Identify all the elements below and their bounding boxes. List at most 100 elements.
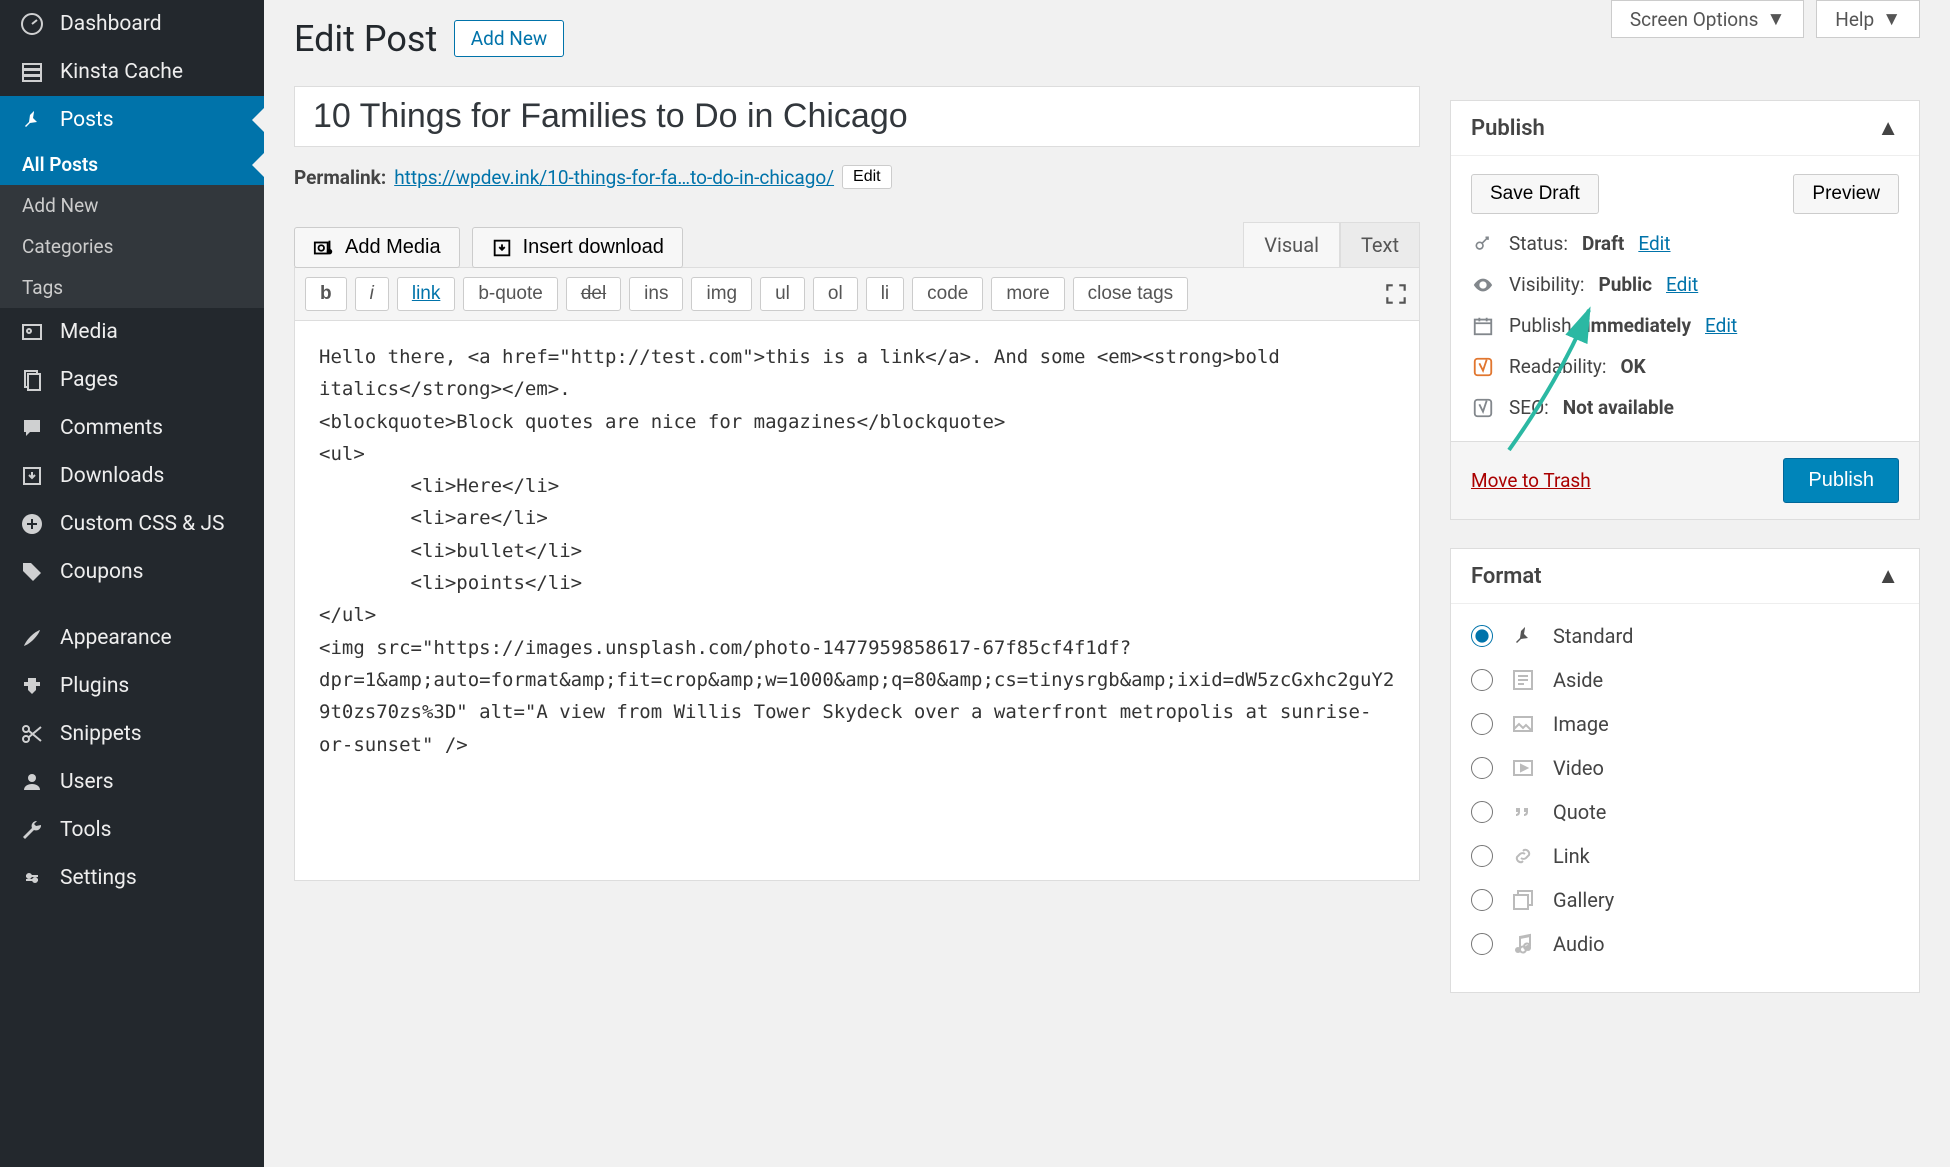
qt-bold-button[interactable]: b — [305, 277, 347, 311]
sidebar-item-dashboard[interactable]: Dashboard — [0, 0, 264, 48]
sidebar-label: Custom CSS & JS — [60, 512, 225, 536]
download-icon — [491, 237, 513, 259]
format-option-standard[interactable]: Standard — [1471, 622, 1899, 650]
format-option-video[interactable]: Video — [1471, 754, 1899, 782]
top-right-tabs: Screen Options ▼ Help ▼ — [1611, 0, 1920, 38]
format-option-quote[interactable]: Quote — [1471, 798, 1899, 826]
page-title: Edit Post — [294, 18, 437, 60]
tab-visual[interactable]: Visual — [1243, 222, 1340, 267]
screen-options-button[interactable]: Screen Options ▼ — [1611, 0, 1804, 38]
media-icon — [18, 320, 46, 344]
sidebar-item-downloads[interactable]: Downloads — [0, 452, 264, 500]
publish-heading[interactable]: Publish▲ — [1451, 101, 1919, 156]
scissors-icon — [18, 722, 46, 746]
sidebar-item-plugins[interactable]: Plugins — [0, 662, 264, 710]
edit-visibility-link[interactable]: Edit — [1666, 273, 1698, 296]
sidebar-subitem-tags[interactable]: Tags — [0, 267, 264, 308]
wrench-icon — [18, 818, 46, 842]
yoast-seo-icon — [1471, 397, 1495, 419]
format-option-gallery[interactable]: Gallery — [1471, 886, 1899, 914]
sidebar-label: Appearance — [60, 626, 172, 650]
sidebar-label: Plugins — [60, 674, 129, 698]
key-icon — [1471, 234, 1495, 254]
move-to-trash-link[interactable]: Move to Trash — [1471, 469, 1591, 492]
edit-publish-date-link[interactable]: Edit — [1705, 314, 1737, 337]
qt-more-button[interactable]: more — [991, 277, 1064, 311]
video-icon — [1509, 754, 1537, 782]
sidebar-item-settings[interactable]: Settings — [0, 854, 264, 902]
sidebar-item-kinsta[interactable]: Kinsta Cache — [0, 48, 264, 96]
publish-metabox: Publish▲ Save Draft Preview Status: Draf… — [1450, 100, 1920, 520]
sidebar-item-media[interactable]: Media — [0, 308, 264, 356]
sidebar-item-coupons[interactable]: Coupons — [0, 548, 264, 596]
insert-download-button[interactable]: Insert download — [472, 227, 683, 268]
content-textarea[interactable] — [294, 321, 1420, 881]
qt-italic-button[interactable]: i — [355, 277, 389, 311]
link-icon — [1509, 842, 1537, 870]
sidebar-label: Users — [60, 770, 114, 794]
gallery-icon — [1509, 886, 1537, 914]
permalink-row: Permalink: https://wpdev.ink/10-things-f… — [294, 165, 1420, 189]
qt-ol-button[interactable]: ol — [813, 277, 858, 311]
audio-icon — [1509, 930, 1537, 958]
add-media-button[interactable]: Add Media — [294, 227, 460, 268]
brush-icon — [18, 626, 46, 650]
sidebar-item-appearance[interactable]: Appearance — [0, 614, 264, 662]
qt-ins-button[interactable]: ins — [629, 277, 683, 311]
sidebar-item-comments[interactable]: Comments — [0, 404, 264, 452]
format-option-image[interactable]: Image — [1471, 710, 1899, 738]
sidebar-item-pages[interactable]: Pages — [0, 356, 264, 404]
permalink-link[interactable]: https://wpdev.ink/10-things-for-fa…to-do… — [394, 166, 834, 189]
sidebar-label: Dashboard — [60, 12, 162, 36]
plugin-icon — [18, 674, 46, 698]
sidebar-item-custom-css[interactable]: Custom CSS & JS — [0, 500, 264, 548]
qt-close-button[interactable]: close tags — [1073, 277, 1189, 311]
qt-li-button[interactable]: li — [866, 277, 904, 311]
qt-bquote-button[interactable]: b-quote — [463, 277, 557, 311]
chevron-down-icon: ▼ — [1882, 7, 1901, 31]
sidebar-item-tools[interactable]: Tools — [0, 806, 264, 854]
qt-code-button[interactable]: code — [912, 277, 983, 311]
format-option-aside[interactable]: Aside — [1471, 666, 1899, 694]
qt-ul-button[interactable]: ul — [760, 277, 805, 311]
sidebar-item-posts[interactable]: Posts — [0, 96, 264, 144]
camera-music-icon — [313, 237, 335, 259]
save-draft-button[interactable]: Save Draft — [1471, 174, 1599, 214]
format-option-link[interactable]: Link — [1471, 842, 1899, 870]
sidebar-label: Coupons — [60, 560, 143, 584]
sidebar-subitem-categories[interactable]: Categories — [0, 226, 264, 267]
pages-icon — [18, 368, 46, 392]
sidebar-label: Snippets — [60, 722, 142, 746]
plus-icon — [18, 512, 46, 536]
format-metabox: Format▲ Standard Aside Image Video Quote… — [1450, 548, 1920, 993]
qt-del-button[interactable]: del — [566, 277, 621, 311]
eye-icon — [1471, 274, 1495, 296]
sidebar-label: Tools — [60, 818, 111, 842]
qt-img-button[interactable]: img — [691, 277, 752, 311]
post-title-input[interactable] — [294, 86, 1420, 147]
sidebar-label: Media — [60, 320, 118, 344]
tab-text[interactable]: Text — [1340, 222, 1420, 267]
sidebar-item-snippets[interactable]: Snippets — [0, 710, 264, 758]
image-icon — [1509, 710, 1537, 738]
yoast-readability-icon — [1471, 356, 1495, 378]
qt-link-button[interactable]: link — [397, 277, 456, 311]
downloads-icon — [18, 464, 46, 488]
fullscreen-icon[interactable] — [1383, 281, 1409, 307]
sidebar-label: Comments — [60, 416, 163, 440]
help-button[interactable]: Help ▼ — [1816, 0, 1920, 38]
sidebar-item-users[interactable]: Users — [0, 758, 264, 806]
sidebar-subitem-all-posts[interactable]: All Posts — [0, 144, 264, 185]
calendar-icon — [1471, 315, 1495, 337]
edit-slug-button[interactable]: Edit — [842, 165, 892, 189]
publish-button[interactable]: Publish — [1783, 458, 1899, 503]
format-option-audio[interactable]: Audio — [1471, 930, 1899, 958]
format-heading[interactable]: Format▲ — [1451, 549, 1919, 604]
add-new-button[interactable]: Add New — [454, 20, 564, 57]
sidebar-subitem-add-new[interactable]: Add New — [0, 185, 264, 226]
chevron-up-icon: ▲ — [1877, 563, 1899, 589]
edit-status-link[interactable]: Edit — [1638, 232, 1670, 255]
quote-icon — [1509, 798, 1537, 826]
chevron-up-icon: ▲ — [1877, 115, 1899, 141]
preview-button[interactable]: Preview — [1793, 174, 1899, 214]
